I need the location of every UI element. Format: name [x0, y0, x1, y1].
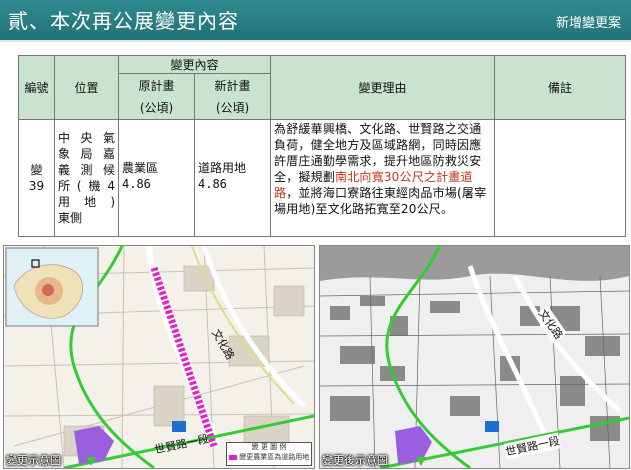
page-title: 貳、本次再公展變更內容: [8, 9, 239, 33]
header-location: 位置: [54, 55, 119, 120]
map-caption-right: 變更後示意圖: [322, 454, 388, 467]
header-original-plan: 原計畫 (公頃): [118, 73, 195, 120]
row-number: 變 39: [18, 119, 55, 237]
location-line: 中央氣: [58, 131, 115, 145]
map-legend: 變 更 圖 例 變更農業區為道路用地: [226, 442, 312, 466]
row-number-value: 39: [28, 179, 45, 193]
location-line: 所(機4: [58, 179, 115, 193]
reason-text-end: ，並將海口寮路往東經肉品市場(屠宰場用地)至文化路拓寬至20公尺。: [274, 186, 487, 216]
original-plan-unit: (公頃): [139, 100, 174, 115]
new-plan-label: 新計畫: [214, 78, 251, 93]
change-map-right: 文化路 世賢路一段 變更後示意圖: [319, 245, 630, 469]
page-header: 貳、本次再公展變更內容 新增變更案: [0, 0, 631, 40]
header-reason: 變更理由: [270, 55, 496, 120]
change-map-left: 文化路 世賢路一段 變 更 圖 例 變更農業區為道路用地 變更示意圖: [3, 245, 315, 469]
right-map-drawing: [320, 246, 629, 468]
header-new-plan: 新計畫 (公頃): [193, 73, 272, 120]
new-zone: 道路用地: [198, 161, 247, 175]
location-line: 東側: [58, 211, 83, 225]
legend-label: 變更農業區為道路用地: [239, 453, 310, 461]
original-plan-label: 原計畫: [138, 78, 175, 93]
case-type-label: 新增變更案: [555, 16, 621, 31]
header-change-content: 變更內容: [117, 55, 272, 74]
location-line: 用地): [58, 195, 115, 209]
legend-row: 變更農業區為道路用地: [227, 452, 311, 462]
row-original: 農業區 4.86: [118, 119, 195, 237]
row-number-prefix: 變: [30, 163, 43, 177]
row-remarks: [494, 119, 627, 237]
row-location: 中央氣 象局嘉 義測候 所(機4 用地) 東側: [54, 119, 119, 237]
location-line: 義測候: [58, 163, 115, 177]
header-divider: [0, 40, 631, 42]
legend-swatch: [229, 454, 237, 460]
new-area: 4.86: [198, 177, 227, 191]
change-table: 編號 位置 變更內容 變更理由 備註 原計畫 (公頃) 新計畫 (公頃) 變 3…: [18, 55, 627, 237]
original-zone: 農業區: [122, 161, 159, 175]
row-reason: 為舒緩華興橋、文化路、世賢路之交通負荷，健全地方及區域路網，同時因應許厝庄通勤學…: [270, 119, 496, 237]
header-number: 編號: [18, 55, 55, 120]
location-line: 象局嘉: [58, 147, 115, 161]
arrow-down-icon: [416, 457, 426, 466]
original-area: 4.86: [122, 177, 151, 191]
arrow-down-icon: [86, 457, 96, 466]
left-map-drawing: [4, 246, 314, 468]
row-new: 道路用地 4.86: [193, 119, 272, 237]
new-plan-unit: (公頃): [215, 100, 250, 115]
legend-title: 變 更 圖 例: [251, 443, 287, 451]
map-caption-left: 變更示意圖: [6, 454, 61, 467]
header-remarks: 備註: [494, 55, 627, 120]
